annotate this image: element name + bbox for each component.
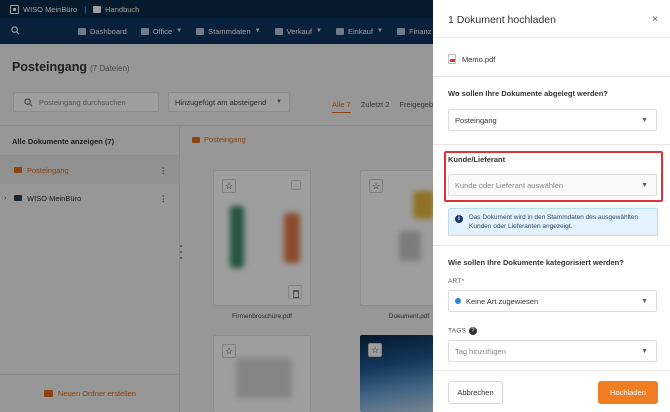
art-label: ART* <box>448 278 465 285</box>
location-select[interactable]: Posteingang ▼ <box>448 109 657 131</box>
divider <box>433 245 670 246</box>
chevron-down-icon: ▼ <box>641 297 648 305</box>
dialog-title: 1 Dokument hochladen <box>448 14 556 26</box>
divider <box>433 76 670 77</box>
divider <box>433 370 670 371</box>
chevron-down-icon: ▼ <box>641 116 648 124</box>
tags-select[interactable]: Tag hinzufügen ▼ <box>448 340 657 362</box>
file-name: Memo.pdf <box>462 54 496 64</box>
help-icon[interactable]: ? <box>469 327 478 335</box>
tags-label-text: TAGS <box>448 327 467 335</box>
tags-placeholder: Tag hinzufügen <box>455 346 506 356</box>
tags-label: TAGS? <box>448 327 478 335</box>
divider <box>433 144 670 145</box>
art-value: Keine Art zugewiesen <box>466 296 539 306</box>
info-box: i Das Dokument wird in den Stammdaten de… <box>448 208 658 236</box>
upload-button[interactable]: Hochladen <box>598 381 658 404</box>
chevron-down-icon: ▼ <box>641 347 648 355</box>
info-icon: i <box>455 215 463 223</box>
uploaded-file: Memo.pdf <box>448 54 495 64</box>
highlight-frame <box>444 151 663 202</box>
cancel-button[interactable]: Abbrechen <box>448 381 503 404</box>
pdf-file-icon <box>448 54 456 64</box>
close-icon[interactable]: × <box>652 14 658 25</box>
categorize-question: Wie sollen Ihre Dokumente kategorisiert … <box>448 258 624 267</box>
divider <box>433 37 670 38</box>
location-value: Posteingang <box>455 115 497 125</box>
info-text: Das Dokument wird in den Stammdaten des … <box>469 214 639 230</box>
art-select[interactable]: Keine Art zugewiesen ▼ <box>448 290 657 312</box>
location-question: Wo sollen Ihre Dokumente abgelegt werden… <box>448 89 608 98</box>
modal-backdrop[interactable] <box>0 0 433 412</box>
status-dot-icon <box>455 298 461 304</box>
upload-dialog: 1 Dokument hochladen × Memo.pdf Wo solle… <box>433 0 670 412</box>
